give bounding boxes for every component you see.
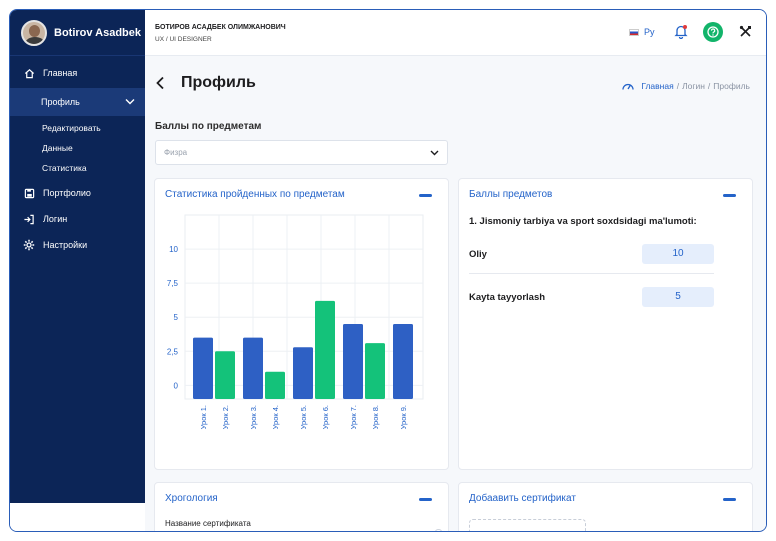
sidebar-item-label: Портфолио [43, 188, 91, 198]
sidebar: Botirov Asadbek Главная Профиль Редактир… [10, 10, 145, 503]
sidebar-item-label: Настройки [43, 240, 88, 250]
x-tick-label: Урок 4. [271, 405, 280, 429]
sidebar-item-label: Профиль [41, 97, 80, 107]
tools-icon[interactable] [739, 25, 752, 43]
x-tick-label: Урок 3. [249, 405, 258, 429]
card-title: Хрогология [165, 493, 218, 504]
sidebar-item-home[interactable]: Главная [10, 60, 145, 86]
login-icon [22, 212, 36, 226]
chart-bar [215, 351, 235, 399]
score-value: 5 [642, 287, 714, 307]
score-row: Oliy 10 [469, 241, 714, 267]
language-label: Ру [644, 27, 655, 37]
score-value: 10 [642, 244, 714, 264]
page-header: Профиль [155, 74, 256, 92]
score-name: Oliy [469, 248, 487, 260]
scores-heading: 1. Jismoniy tarbiya va sport soxdsidagi … [469, 216, 697, 227]
card-title: Статистика пройденных по предметам [165, 189, 345, 200]
x-tick-label: Урок 2. [221, 405, 230, 429]
sidebar-item-profile[interactable]: Профиль [10, 88, 145, 116]
bar-chart: 0 2,5 5 7,5 10 Урок 1. Урок 2. Урок 3. Урок 4. Ур… [167, 214, 424, 429]
breadcrumb-current: Профиль [713, 81, 750, 91]
user-block[interactable]: Botirov Asadbek [10, 10, 145, 56]
score-name: Kayta tayyorlash [469, 291, 546, 303]
help-button[interactable] [703, 22, 723, 42]
scrollbar[interactable] [435, 529, 442, 531]
divider [469, 273, 714, 274]
y-tick-label: 5 [174, 313, 179, 322]
sidebar-item-portfolio[interactable]: Портфолио [10, 180, 145, 206]
main-content: Профиль Главная / Логин / Профиль Баллы … [145, 56, 766, 531]
sidebar-item-login[interactable]: Логин [10, 206, 145, 232]
minimize-button[interactable] [723, 498, 736, 501]
sidebar-subitem-edit[interactable]: Редактировать [10, 118, 145, 138]
page-title: Профиль [181, 74, 256, 91]
back-arrow-icon[interactable] [155, 75, 171, 91]
breadcrumb-login[interactable]: Логин [682, 81, 705, 91]
sidebar-item-settings[interactable]: Настройки [10, 232, 145, 258]
gear-icon [22, 238, 36, 252]
x-tick-label: Урок 9. [399, 405, 408, 429]
upload-dropzone[interactable] [469, 519, 586, 531]
chart-bar [265, 371, 285, 399]
dashboard-icon [622, 83, 634, 90]
sidebar-nav: Главная Профиль Редактировать Данные Ста… [10, 56, 145, 258]
chronology-card: Хрогология Название сертификата [154, 482, 449, 531]
chart-bar [343, 324, 363, 399]
user-fullname: БОТИРОВ АСАДБЕК ОЛИМЖАНОВИЧ [155, 24, 286, 31]
chart-bar [243, 337, 263, 399]
x-tick-label: Урок 8. [371, 405, 380, 429]
x-tick-label: Урок 5. [299, 405, 308, 429]
chart-bar [393, 324, 413, 399]
subject-select-value: Физра [164, 148, 188, 157]
language-switcher[interactable]: Ру [629, 27, 655, 37]
stats-card: Статистика пройденных по предметам 0 2,5 5… [154, 178, 449, 470]
sidebar-item-label: Главная [43, 68, 78, 78]
chart-bar [365, 343, 385, 399]
app-frame: Botirov Asadbek Главная Профиль Редактир… [9, 9, 767, 532]
chevron-down-icon [430, 149, 439, 158]
x-tick-label: Урок 1. [199, 405, 208, 429]
y-tick-label: 2,5 [167, 347, 179, 356]
sidebar-footer [10, 503, 145, 531]
topbar: БОТИРОВ АСАДБЕК ОЛИМЖАНОВИЧ UX / UI DESI… [145, 10, 766, 56]
y-tick-label: 0 [174, 381, 179, 390]
minimize-button[interactable] [419, 498, 432, 501]
scores-card: Баллы предметов 1. Jismoniy tarbiya va s… [458, 178, 753, 470]
y-tick-label: 7,5 [167, 279, 179, 288]
chart-bar [315, 300, 335, 399]
card-title: Добаавить сертификат [469, 493, 576, 504]
notification-bell-icon[interactable] [674, 24, 688, 44]
minimize-button[interactable] [419, 194, 432, 197]
x-tick-label: Урок 7. [349, 405, 358, 429]
avatar [21, 19, 47, 46]
question-icon [707, 26, 719, 38]
breadcrumb-separator: / [707, 81, 711, 91]
section-label: Баллы по предметам [155, 121, 262, 132]
user-role: UX / UI DESIGNER [155, 36, 212, 43]
home-icon [22, 66, 36, 80]
minimize-button[interactable] [723, 194, 736, 197]
certificate-card: Добаавить сертификат [458, 482, 753, 531]
breadcrumb: Главная / Логин / Профиль [621, 80, 750, 92]
chart-bar [293, 347, 313, 399]
y-tick-label: 10 [169, 245, 178, 254]
subject-select[interactable]: Физра [155, 140, 448, 165]
x-tick-label: Урок 6. [321, 405, 330, 429]
sidebar-item-label: Логин [43, 214, 68, 224]
chart-bar [193, 337, 213, 399]
certificate-name-label: Название сертификата [165, 519, 251, 528]
flag-icon [629, 28, 639, 36]
sidebar-subitem-stats[interactable]: Статистика [10, 158, 145, 178]
score-row: Kayta tayyorlash 5 [469, 284, 714, 310]
breadcrumb-separator: / [676, 81, 680, 91]
sidebar-subitem-data[interactable]: Данные [10, 138, 145, 158]
save-icon [22, 186, 36, 200]
user-name: Botirov Asadbek [54, 26, 142, 39]
chevron-down-icon [125, 97, 135, 107]
card-title: Баллы предметов [469, 189, 553, 200]
breadcrumb-home[interactable]: Главная [641, 81, 673, 91]
